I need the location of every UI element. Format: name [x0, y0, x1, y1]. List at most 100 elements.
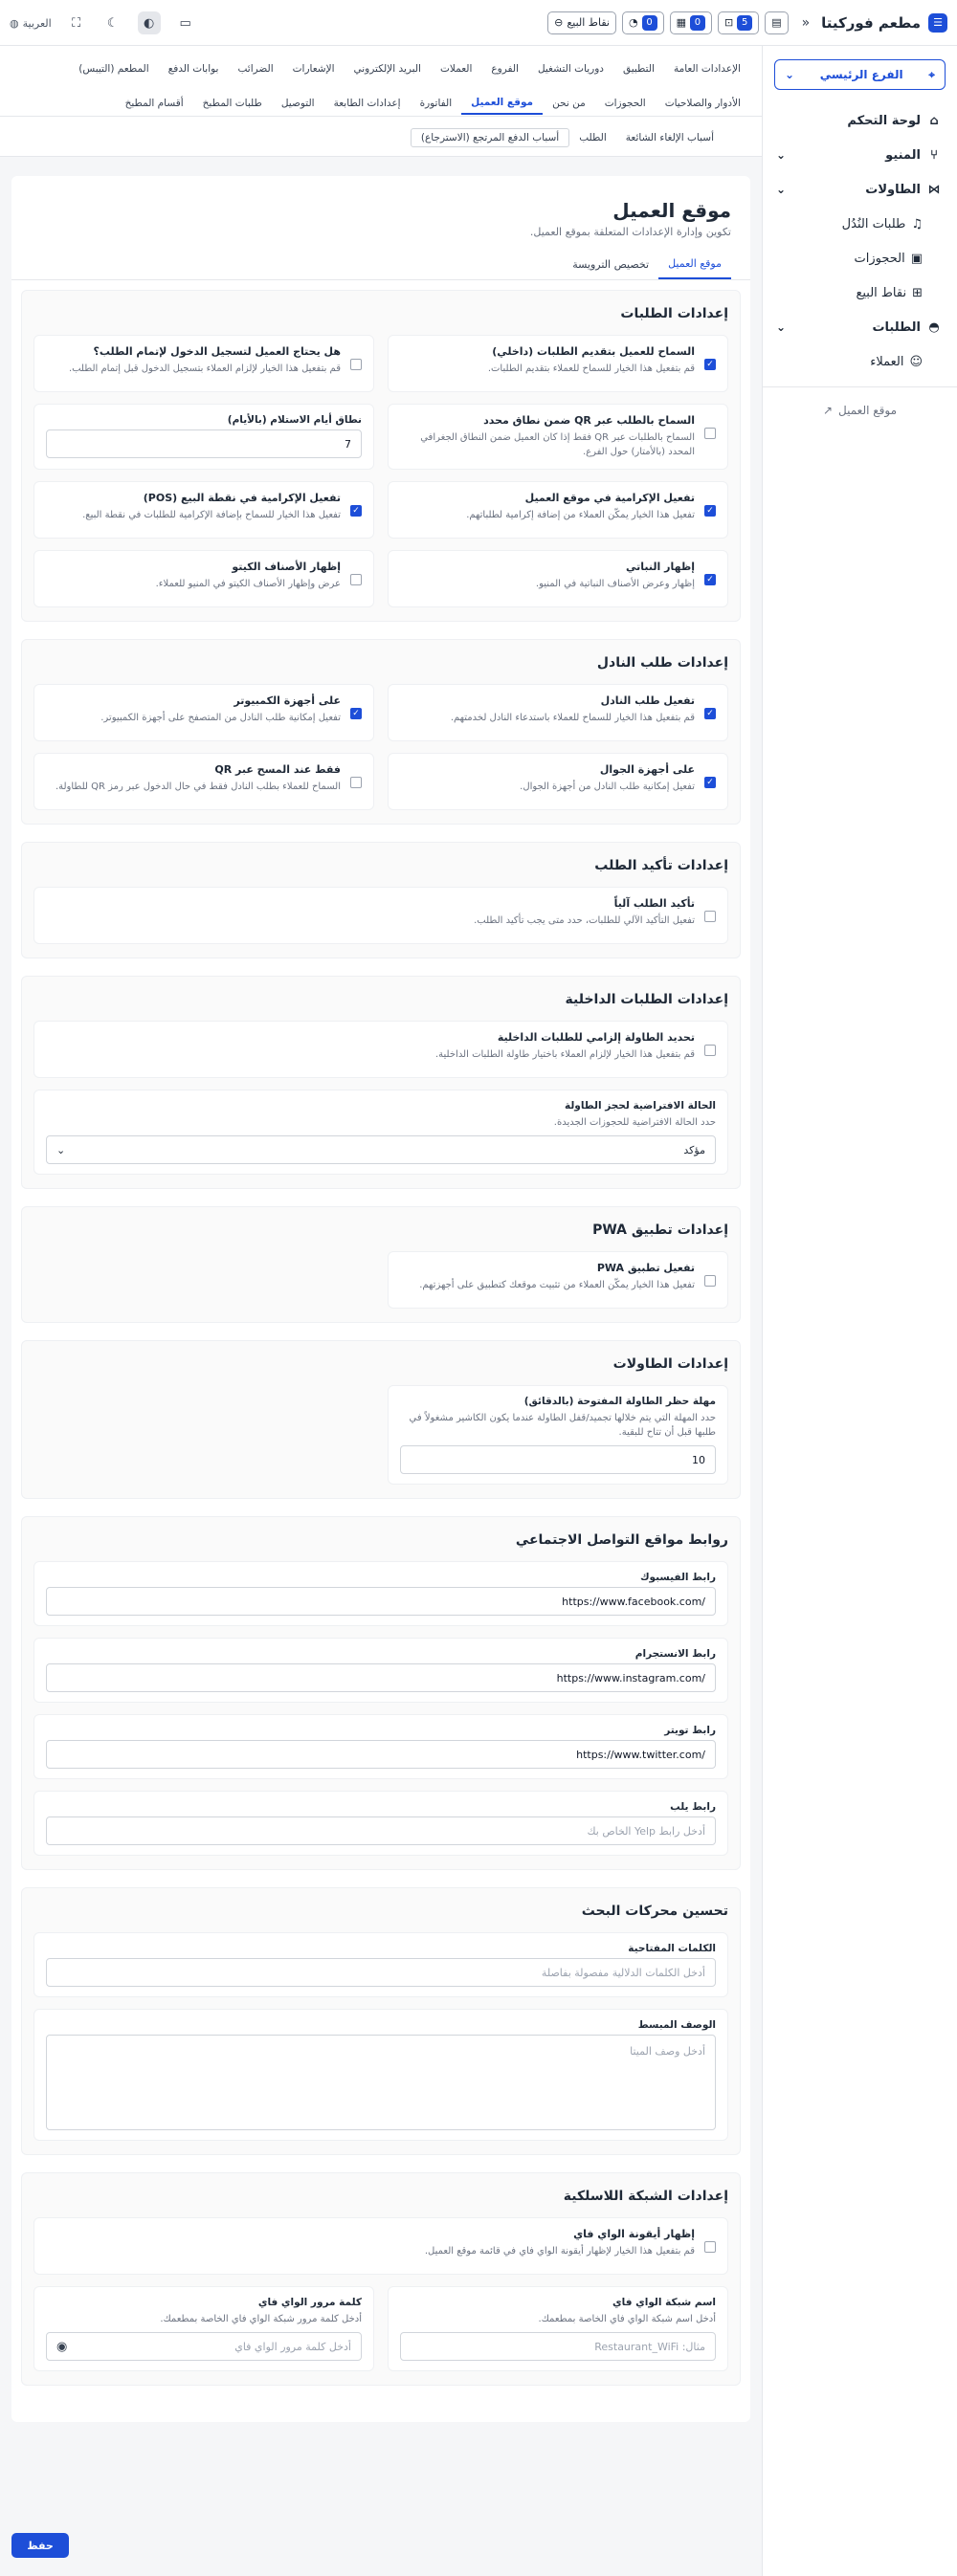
pwa-enable-checkbox[interactable] — [704, 1275, 716, 1287]
wifi-section: إعدادات الشبكة اللاسلكية إظهار أيقونة ال… — [21, 2172, 741, 2386]
keto-checkbox[interactable] — [350, 574, 362, 585]
table-required-checkbox[interactable] — [704, 1045, 716, 1056]
veg-checkbox[interactable]: ✓ — [704, 574, 716, 585]
wifi-pass-input[interactable]: أدخل كلمة مرور الواي فاي ◉ — [46, 2332, 362, 2361]
tab-currencies[interactable]: العملات — [431, 57, 481, 80]
instagram-input[interactable]: https://www.instagram.com/ — [46, 1663, 716, 1692]
tab-order[interactable]: الطلب — [569, 126, 616, 149]
fullscreen-icon[interactable]: ⛶ — [65, 11, 88, 34]
pickup-range-input[interactable]: 7 — [46, 429, 362, 458]
field-label: رابط تويتر — [664, 1725, 716, 1736]
allow-orders-checkbox[interactable]: ✓ — [704, 359, 716, 370]
need-login-checkbox[interactable] — [350, 359, 362, 370]
sidebar-item-dashboard[interactable]: ⌂ لوحة التحكم — [763, 103, 957, 138]
pickup-range-card: نطاق أيام الاستلام (بالأيام) 7 — [33, 404, 374, 470]
qr-range-checkbox[interactable] — [704, 428, 716, 439]
globe-icon: ◍ — [10, 16, 19, 30]
tab-email[interactable]: البريد الإلكتروني — [345, 57, 431, 80]
tip-pos-card: ✓ تفعيل الإكرامية في نقطة البيع (POS) تفع… — [33, 481, 374, 539]
branch-select[interactable]: ⌖ الفرع الرئيسي ⌄ — [774, 59, 946, 90]
section-title: تحسين محركات البحث — [581, 1904, 728, 1919]
waiter-enable-checkbox[interactable]: ✓ — [704, 708, 716, 719]
orders-badge-button[interactable]: ▤ — [765, 11, 789, 34]
tab-refund-reasons[interactable]: أسباب الدفع المرتجع (الاسترجاع) — [410, 128, 570, 147]
tab-printer[interactable]: إعدادات الطابعة — [324, 92, 411, 115]
waiter-desktop-checkbox[interactable]: ✓ — [350, 708, 362, 719]
sidebar-item-label: العملاء — [870, 354, 904, 369]
monitor-icon[interactable]: ▭ — [174, 11, 197, 34]
chevron-down-icon: ⌄ — [776, 148, 787, 162]
waiter-mobile-checkbox[interactable]: ✓ — [704, 777, 716, 788]
badge-count: 5 — [737, 14, 753, 31]
theme-light-icon[interactable]: ◐ — [137, 11, 161, 34]
card-desc: عرض وإظهار الأصناف الكيتو في المنيو للعم… — [155, 579, 341, 589]
tab-general[interactable]: الإعدادات العامة — [664, 57, 750, 80]
chevron-down-icon: ⌄ — [776, 183, 787, 196]
tab-restaurant[interactable]: المطعم (التيبس) — [69, 57, 158, 80]
customer-site-link[interactable]: موقع العميل ↗ — [763, 395, 957, 426]
tab-kitchen-orders[interactable]: طلبات المطبخ — [193, 92, 272, 115]
meta-desc-textarea[interactable]: أدخل وصف الميتا — [46, 2035, 716, 2130]
chevron-down-icon: ⌄ — [56, 1143, 66, 1156]
twitter-input[interactable]: https://www.twitter.com/ — [46, 1740, 716, 1769]
auto-confirm-checkbox[interactable] — [704, 911, 716, 922]
yelp-input[interactable]: أدخل رابط Yelp الخاص بك — [46, 1816, 716, 1845]
bell-icon: ♫ — [911, 216, 923, 231]
pos-button[interactable]: نقاط البيع ⊖ — [547, 11, 616, 34]
sidebar-item-menu[interactable]: ⑂ المنيو ⌄ — [763, 138, 957, 172]
moon-icon[interactable]: ☾ — [101, 11, 124, 34]
wifi-show-checkbox[interactable] — [704, 2241, 716, 2253]
waiter-grid: ✓ تفعيل طلب النادل قم بتفعيل هذا الخيار ل… — [33, 684, 728, 810]
twitter-card: رابط تويتر https://www.twitter.com/ — [33, 1714, 728, 1779]
allow-orders-card: ✓ السماح للعميل بتقديم الطلبات (داخلي) قم… — [388, 335, 728, 392]
tab-branches[interactable]: الفروع — [481, 57, 528, 80]
chevron-down-icon: ⌄ — [776, 320, 787, 334]
sidebar-item-tables[interactable]: ⋈ الطاولات ⌄ — [763, 172, 957, 207]
tip-site-checkbox[interactable]: ✓ — [704, 505, 716, 517]
table-lock-card: مهلة حظر الطاولة المفتوحة (بالدقائق) حدد… — [388, 1385, 728, 1485]
tab-delivery[interactable]: التوصيل — [272, 92, 324, 115]
tab-app[interactable]: التطبيق — [613, 57, 664, 80]
brand[interactable]: ☰ مطعم فوركيتا — [821, 12, 947, 33]
pos-icon: ⊞ — [912, 285, 923, 300]
tab-invoice[interactable]: الفاتورة — [411, 92, 462, 115]
sidebar-item-reservations[interactable]: ▣ الحجوزات — [763, 241, 957, 275]
wifi-name-input[interactable]: مثال: Restaurant_WiFi — [400, 2332, 716, 2361]
language-switch[interactable]: العربية ◍ — [10, 17, 52, 30]
field-desc: حدد الحالة الافتراضية للحجوزات الجديدة. — [553, 1117, 716, 1128]
tab-customer-site[interactable]: موقع العميل — [461, 92, 544, 115]
tab-shifts[interactable]: دوريات التشغيل — [528, 57, 613, 80]
sidebar-item-orders[interactable]: ◓ الطلبات ⌄ — [763, 310, 957, 344]
field-label: رابط الانستجرام — [634, 1648, 716, 1660]
tip-pos-checkbox[interactable]: ✓ — [350, 505, 362, 517]
save-button[interactable]: حفظ — [11, 2533, 69, 2558]
tab-header-customize[interactable]: تخصيص الترويسة — [563, 250, 658, 279]
tab-payment-gateways[interactable]: بوابات الدفع — [159, 57, 229, 80]
table-lock-input[interactable]: 10 — [400, 1445, 716, 1474]
bell-button[interactable]: 0 ◔ — [621, 11, 664, 34]
tab-kitchen-sections[interactable]: أقسام المطبخ — [116, 92, 193, 115]
meta-desc-card: الوصف المبسط أدخل وصف الميتا — [33, 2009, 728, 2141]
tab-notifications[interactable]: الإشعارات — [283, 57, 345, 80]
tab-roles[interactable]: الأدوار والصلاحيات — [656, 92, 750, 115]
new-orders-button[interactable]: 5 ⊡ — [717, 11, 760, 34]
qr-range-card: السماح بالطلب عبر QR ضمن نطاق محدد السماح… — [388, 404, 728, 470]
keto-card: إظهار الأصناف الكيتو عرض وإظهار الأصناف ا… — [33, 550, 374, 607]
tab-reservations[interactable]: الحجوزات — [595, 92, 656, 115]
tab-customer-site-inner[interactable]: موقع العميل — [658, 250, 731, 279]
sidebar-item-customers[interactable]: ☺ العملاء — [763, 344, 957, 379]
collapse-sidebar-icon[interactable]: « — [802, 15, 811, 31]
reservation-status-select[interactable]: مؤكد ⌄ — [46, 1135, 716, 1164]
tab-about[interactable]: من نحن — [543, 92, 595, 115]
section-title: إعدادات تطبيق PWA — [592, 1222, 728, 1238]
facebook-input[interactable]: https://www.facebook.com/ — [46, 1587, 716, 1616]
sidebar-item-waiter-requests[interactable]: ♫ طلبات النُدُل — [763, 207, 957, 241]
sidebar-item-pos[interactable]: ⊞ نقاط البيع — [763, 275, 957, 310]
waiter-qr-checkbox[interactable] — [350, 777, 362, 788]
eye-icon[interactable]: ◉ — [56, 2340, 67, 2354]
keywords-card: الكلمات المفتاحية أدخل الكلمات الدلالية … — [33, 1932, 728, 1997]
waiter-requests-button[interactable]: 0 ▦ — [669, 11, 712, 34]
keywords-input[interactable]: أدخل الكلمات الدلالية مفصولة بفاصلة — [46, 1958, 716, 1987]
tab-taxes[interactable]: الضرائب — [228, 57, 282, 80]
tab-cancel-reasons[interactable]: أسباب الإلغاء الشائعة — [616, 126, 723, 149]
